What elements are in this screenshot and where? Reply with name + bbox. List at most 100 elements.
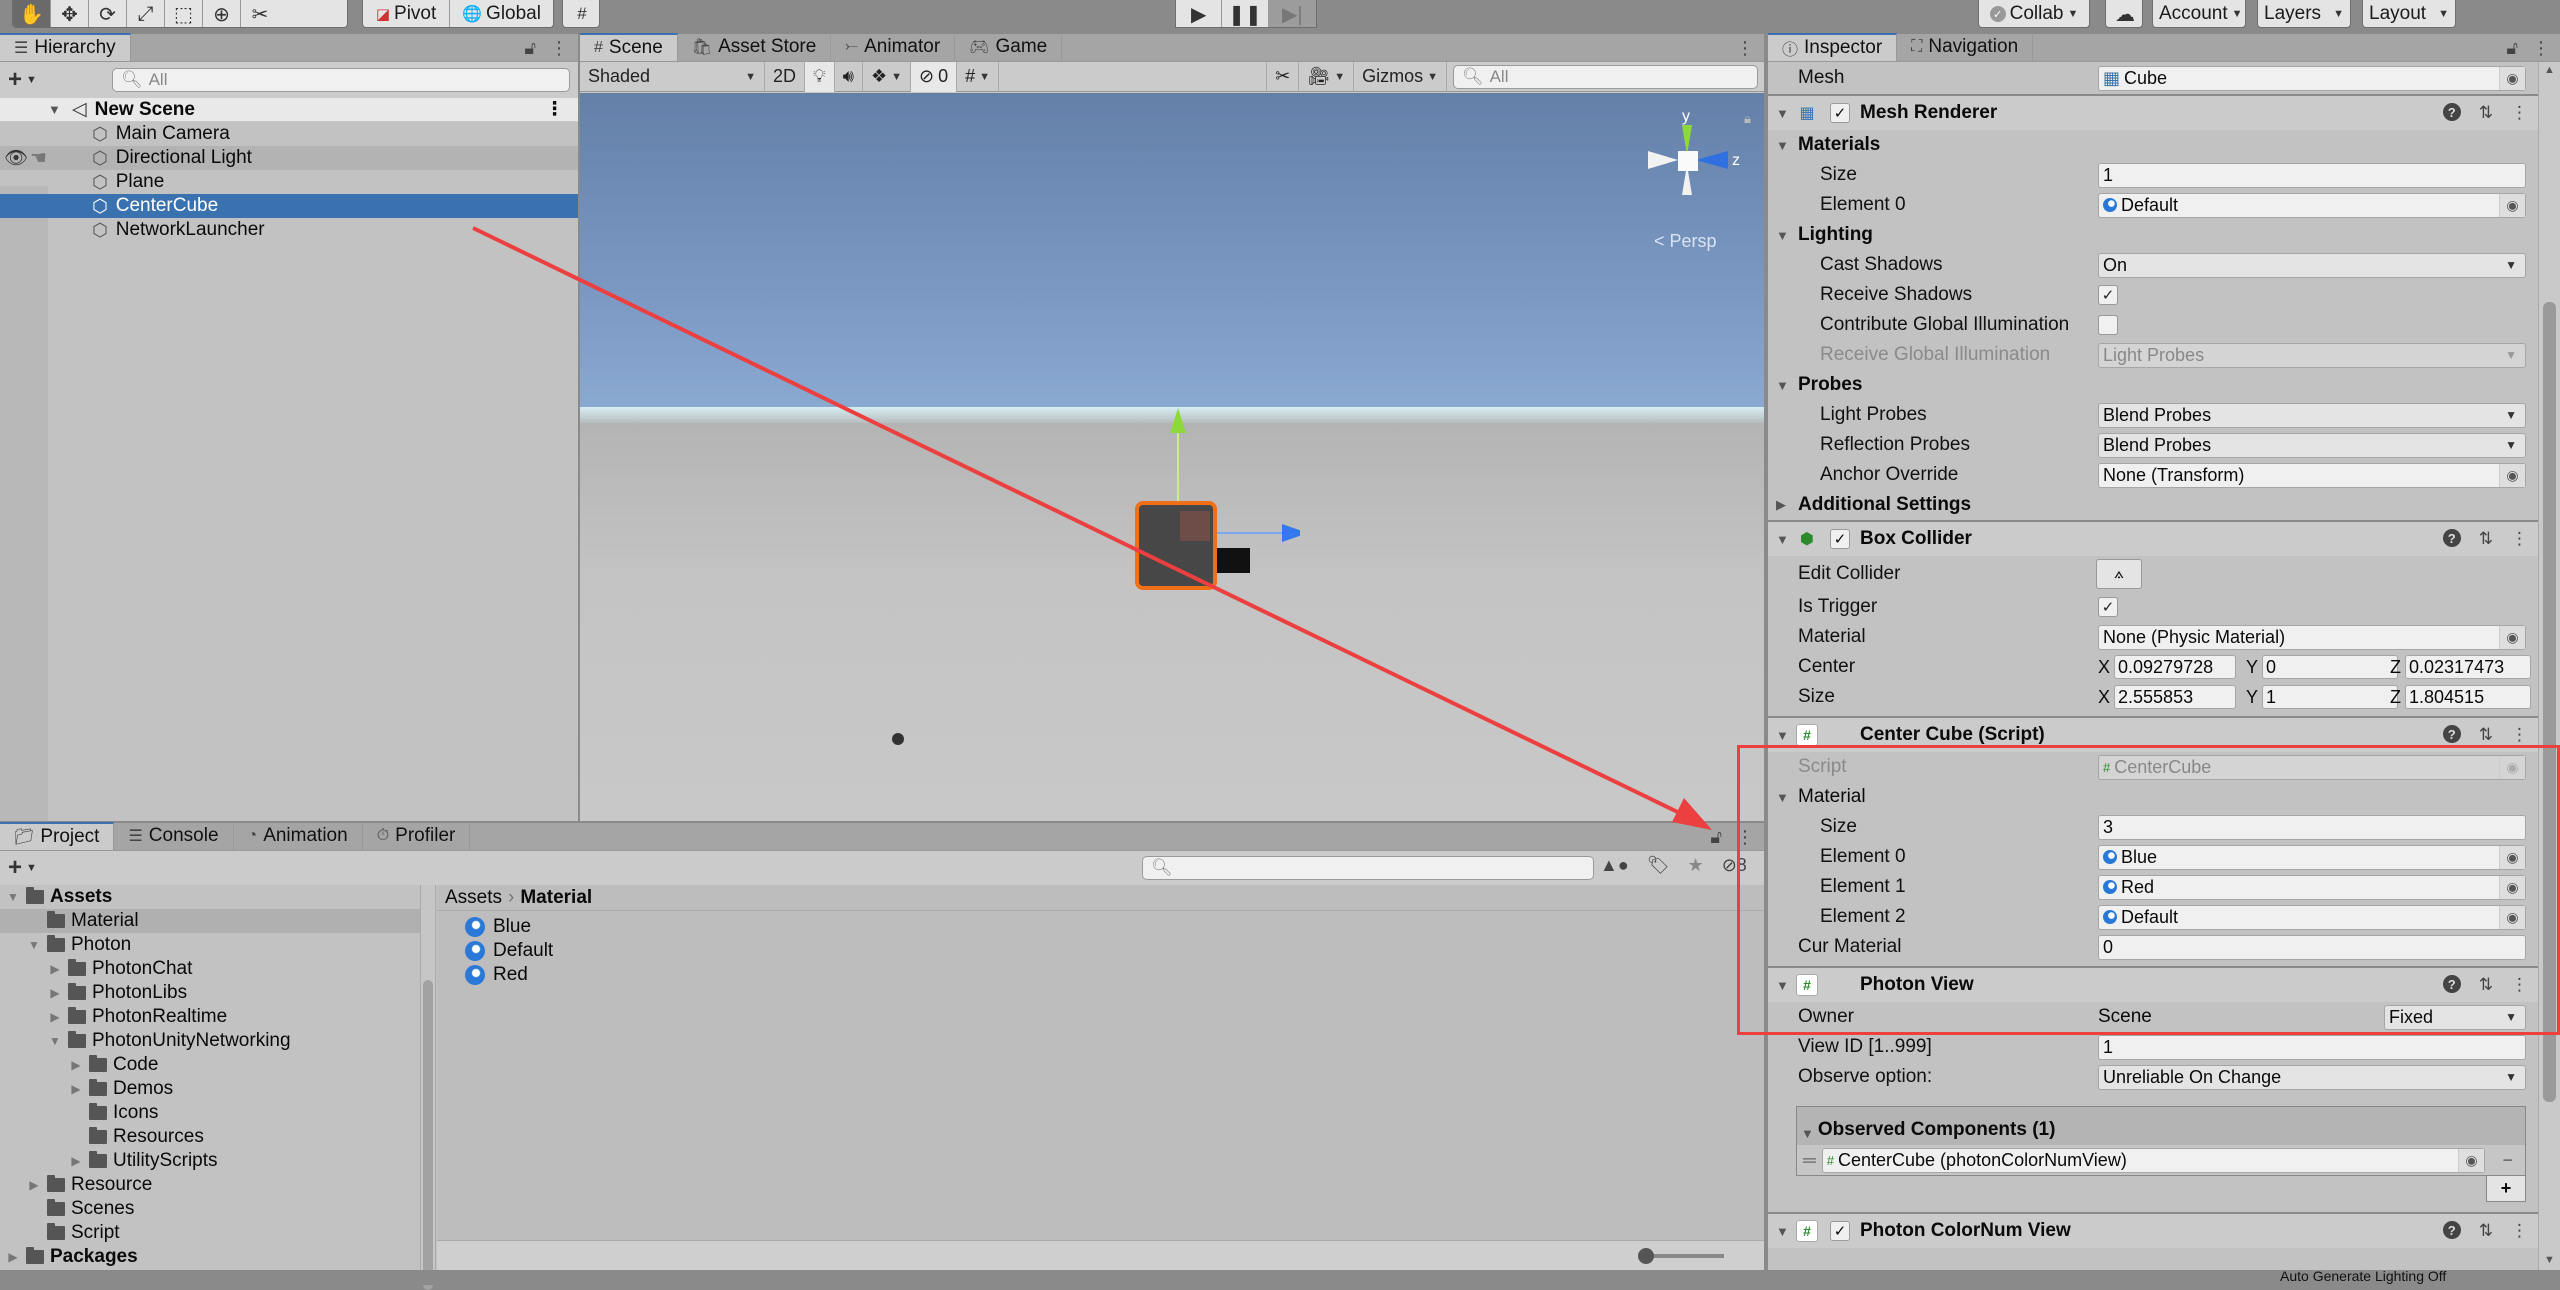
audio-toggle[interactable]: 🔊︎	[835, 61, 863, 92]
photon-colornum-view-header[interactable]: ▼ # ✓ Photon ColorNum View ? ⇅ ⋮	[1768, 1212, 2538, 1248]
hierarchy-item[interactable]: ⬡ NetworkLauncher	[0, 218, 578, 242]
file-item[interactable]: Default	[437, 939, 1764, 963]
help-icon[interactable]: ?	[2442, 975, 2461, 993]
observed-component-field[interactable]: # CenterCube (photonColorNumView) ◉	[1821, 1147, 2485, 1173]
material-size-input[interactable]: 3	[2098, 814, 2526, 840]
custom-tool-button[interactable]: ✂	[241, 0, 279, 27]
gizmos-dropdown[interactable]: Gizmos ▼	[1354, 61, 1447, 92]
scrollbar-thumb[interactable]	[2543, 302, 2556, 1102]
pause-button[interactable]: ❚❚	[1222, 0, 1269, 27]
collapsed-triangle-icon[interactable]: ▶	[69, 1058, 83, 1072]
presets-icon[interactable]: ⇅	[2479, 725, 2493, 745]
expanded-triangle-icon[interactable]: ▼	[6, 890, 20, 904]
folder-tree-item[interactable]: ▶ PhotonRealtime	[0, 1005, 420, 1029]
folder-tree-item[interactable]: ▶ PhotonLibs	[0, 981, 420, 1005]
expand-triangle-icon[interactable]: ▼	[1801, 1126, 1814, 1141]
rect-tool-button[interactable]: ⬚	[165, 0, 203, 27]
chevron-down-icon[interactable]: ▼	[26, 74, 37, 86]
folder-tree-item[interactable]: Icons	[0, 1101, 420, 1125]
collapsed-triangle-icon[interactable]: ▶	[69, 1154, 83, 1168]
physic-material-input[interactable]: None (Physic Material) ◉	[2098, 624, 2526, 650]
filter-by-label-icon[interactable]: 🏷︎	[1647, 855, 1670, 876]
collapse-triangle-icon[interactable]: ▼	[1776, 532, 1789, 547]
help-icon[interactable]: ?	[2442, 725, 2461, 743]
box-collider-header[interactable]: ▼ ⬢ ✓ Box Collider ? ⇅ ⋮	[1768, 520, 2538, 556]
more-options-icon[interactable]: ⋮	[2511, 975, 2528, 995]
object-picker-icon[interactable]: ◉	[2499, 193, 2525, 217]
observed-components-header[interactable]: ▼ Observed Components (1)	[1797, 1107, 2525, 1145]
folder-tree-item[interactable]: ▼ Assets	[0, 885, 420, 909]
scrollbar-thumb[interactable]	[423, 980, 433, 1290]
folder-tree-item[interactable]: ▶ UtilityScripts	[0, 1149, 420, 1173]
object-picker-icon[interactable]: ◉	[2499, 625, 2525, 649]
more-options-icon[interactable]: ⋮	[550, 38, 568, 59]
more-options-icon[interactable]: ⋮	[1736, 827, 1754, 848]
folder-tree-item[interactable]: ▶ Code	[0, 1053, 420, 1077]
tab-project[interactable]: 📁︎ Project	[0, 822, 115, 850]
folder-tree-item[interactable]: ▶ Demos	[0, 1077, 420, 1101]
size-x-input[interactable]: 2.555853	[2114, 685, 2237, 709]
mesh-renderer-header[interactable]: ▼ ▦ ✓ Mesh Renderer ? ⇅ ⋮	[1768, 94, 2538, 130]
remove-item-button[interactable]: −	[2502, 1150, 2513, 1171]
scene-visibility-toggle[interactable]: ⊘ 0	[911, 61, 958, 92]
play-button[interactable]: ▶	[1176, 0, 1223, 27]
more-options-icon[interactable]: ⋮	[545, 98, 564, 121]
effects-dropdown[interactable]: ❖ ▼	[863, 61, 911, 92]
hierarchy-item[interactable]: ⬡ Plane	[0, 170, 578, 194]
is-trigger-checkbox[interactable]: ✓	[2098, 597, 2118, 617]
tools-button[interactable]: ✂	[1266, 61, 1300, 92]
material-element-0-input[interactable]: Default ◉	[2098, 192, 2526, 218]
shading-mode-dropdown[interactable]: Shaded ▼	[580, 61, 765, 92]
grid-snap-button[interactable]: #	[563, 0, 599, 27]
receive-shadows-checkbox[interactable]: ✓	[2098, 285, 2118, 305]
tab-navigation[interactable]: ⛶ Navigation	[1897, 33, 2034, 61]
y-axis-cone[interactable]	[1682, 125, 1692, 155]
folder-tree-item[interactable]: ▼ PhotonUnityNetworking	[0, 1029, 420, 1053]
folder-tree-item[interactable]: ▼ Photon	[0, 933, 420, 957]
expand-triangle-icon[interactable]: ▼	[48, 102, 61, 117]
folder-tree-item[interactable]: Script	[0, 1221, 420, 1245]
tab-animation[interactable]: ◔ Animation	[234, 822, 363, 850]
expand-triangle-icon[interactable]: ▼	[1776, 378, 1789, 393]
lock-icon[interactable]: 🔓︎	[2506, 38, 2518, 59]
materials-size-input[interactable]: 1	[2098, 162, 2526, 188]
selected-object[interactable]	[1000, 403, 1300, 653]
size-z-input[interactable]: 1.804515	[2405, 685, 2531, 709]
x-axis-cone[interactable]	[1648, 151, 1678, 169]
center-cube-script-header[interactable]: ▼ # Center Cube (Script) ? ⇅ ⋮	[1768, 716, 2538, 752]
inspector-scrollbar[interactable]: ▲ ▼	[2538, 62, 2560, 1270]
projection-label[interactable]: < Persp	[1654, 231, 1717, 252]
hand-tool-button[interactable]: ✋	[13, 0, 51, 27]
tab-asset-store[interactable]: 🛍︎ Asset Store	[678, 33, 832, 61]
rotate-tool-button[interactable]: ⟳	[89, 0, 127, 27]
file-item[interactable]: Blue	[437, 915, 1764, 939]
center-y-input[interactable]: 0	[2262, 655, 2399, 679]
more-options-icon[interactable]: ⋮	[1736, 38, 1754, 59]
slider-knob[interactable]	[1638, 1248, 1654, 1264]
view-id-input[interactable]: 1	[2098, 1034, 2526, 1060]
object-picker-icon[interactable]: ◉	[2499, 875, 2525, 899]
material-element-input[interactable]: Blue ◉	[2098, 844, 2526, 870]
scene-search-input[interactable]: 🔍︎ All	[1453, 64, 1758, 89]
contribute-gi-checkbox[interactable]	[2098, 315, 2118, 335]
collapsed-triangle-icon[interactable]: ▶	[48, 962, 62, 976]
chevron-down-icon[interactable]: ▼	[26, 862, 37, 874]
collapse-triangle-icon[interactable]: ▼	[1776, 978, 1789, 993]
folder-tree-item[interactable]: Material	[0, 909, 420, 933]
folder-tree-item[interactable]: ▶ Packages	[0, 1245, 420, 1269]
presets-icon[interactable]: ⇅	[2479, 103, 2493, 123]
z-axis-cone[interactable]	[1696, 151, 1728, 169]
more-options-icon[interactable]: ⋮	[2511, 103, 2528, 123]
y-move-handle[interactable]	[1170, 408, 1186, 433]
tab-hierarchy[interactable]: ☰ Hierarchy	[0, 33, 131, 61]
layers-dropdown[interactable]: Layers ▼	[2257, 0, 2351, 28]
ownership-dropdown[interactable]: Fixed ▼	[2384, 1004, 2526, 1030]
scale-tool-button[interactable]: ⤢	[127, 0, 165, 27]
grid-dropdown[interactable]: # ▼	[957, 61, 1000, 92]
project-search-input[interactable]: 🔍︎	[1142, 856, 1594, 880]
camera-dropdown[interactable]: 🎥︎ ▼	[1299, 61, 1355, 92]
hierarchy-item[interactable]: 👁︎ ☚ ⬡ Directional Light	[0, 146, 578, 170]
help-icon[interactable]: ?	[2442, 529, 2461, 547]
breadcrumb-item[interactable]: Assets	[445, 887, 502, 909]
orientation-gizmo[interactable]: y z 🔒︎	[1636, 103, 1756, 233]
